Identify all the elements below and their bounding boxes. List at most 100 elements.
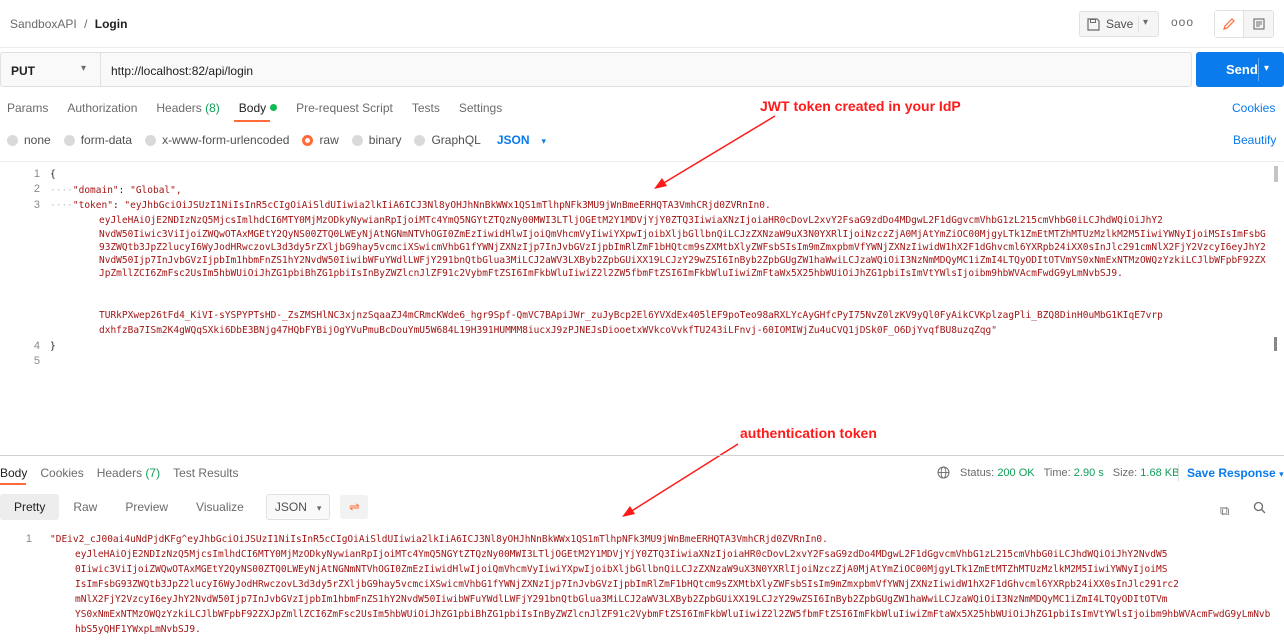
chevron-down-icon: ▾ xyxy=(316,503,322,513)
chevron-down-icon[interactable]: ▾ xyxy=(1264,63,1269,74)
body-type-options: none form-data x-www-form-urlencoded raw… xyxy=(0,133,546,147)
tab-response-cookies[interactable]: Cookies xyxy=(40,466,83,480)
radio-circle xyxy=(7,134,18,146)
url-input[interactable]: http://localhost:82/api/login xyxy=(111,64,253,78)
document-icon xyxy=(1252,18,1265,30)
breadcrumb-separator: / xyxy=(84,17,88,31)
request-name[interactable]: Login xyxy=(95,17,128,31)
radio-label: x-www-form-urlencoded xyxy=(162,133,290,147)
save-label: Save xyxy=(1106,17,1134,31)
tab-body[interactable]: Body xyxy=(238,101,278,119)
globe-icon[interactable] xyxy=(937,466,950,479)
view-mode-toggle xyxy=(1214,10,1274,38)
line-number: 2 xyxy=(33,183,40,195)
tab-pre-request-script[interactable]: Pre-request Script xyxy=(296,101,393,119)
cookies-link[interactable]: Cookies xyxy=(1232,101,1275,115)
send-button[interactable]: Send ▾ xyxy=(1196,52,1284,87)
chevron-down-icon: ▾ xyxy=(541,136,547,146)
tab-response-headers[interactable]: Headers (7) xyxy=(97,466,160,480)
status-label: Status: xyxy=(960,466,995,479)
request-tabs: Params Authorization Headers (8) Body Pr… xyxy=(0,101,514,119)
response-format-select[interactable]: JSON ▾ xyxy=(265,494,331,520)
token-continuation: dxhfzBa7ISm2K4gWQqSXki6DbE3BNjg47HQbFYBi… xyxy=(99,325,997,336)
time-label: Time: xyxy=(1043,466,1071,479)
tab-test-results[interactable]: Test Results xyxy=(173,466,238,480)
search-icon[interactable] xyxy=(1253,501,1266,514)
editor-scrollbar[interactable] xyxy=(1274,166,1278,182)
tab-authorization[interactable]: Authorization xyxy=(67,101,137,119)
response-panel: Body Cookies Headers (7) Test Results St… xyxy=(0,455,1284,640)
view-visualize[interactable]: Visualize xyxy=(182,494,258,520)
view-raw[interactable]: Raw xyxy=(59,494,111,520)
copy-icon[interactable]: ⧉ xyxy=(1220,503,1229,519)
more-options-icon[interactable]: ooo xyxy=(1171,15,1194,29)
time-value[interactable]: 2.90 s xyxy=(1074,467,1104,479)
indent-marker: ···· xyxy=(50,200,73,211)
token-continuation: TURkPXwep26tFd4_KiVI-sYSPYPTsHD-_ZsZMSHl… xyxy=(99,310,1163,321)
tab-label: Settings xyxy=(458,101,503,115)
send-divider xyxy=(1258,58,1259,81)
save-response-label: Save Response xyxy=(1187,466,1276,480)
code-open-brace: { xyxy=(50,169,56,180)
method-select[interactable]: PUT ▾ xyxy=(1,53,101,86)
size-value[interactable]: 1.68 KB xyxy=(1140,467,1179,479)
line-number: 5 xyxy=(33,355,40,367)
line-number: 4 xyxy=(33,340,40,352)
view-pretty[interactable]: Pretty xyxy=(0,494,60,520)
tab-label: Authorization xyxy=(67,101,138,115)
radio-binary[interactable]: binary xyxy=(351,133,401,147)
tab-label: Body xyxy=(238,101,267,115)
code-line-domain: ····"domain": "Global", xyxy=(50,184,182,197)
tab-count: (8) xyxy=(205,101,220,115)
radio-form-data[interactable]: form-data xyxy=(63,133,132,147)
tab-headers[interactable]: Headers (8) xyxy=(156,101,219,119)
radio-graphql[interactable]: GraphQL xyxy=(414,133,481,147)
save-icon xyxy=(1087,17,1100,31)
status-value[interactable]: 200 OK xyxy=(997,467,1034,479)
response-view-tabs: Pretty Raw Preview Visualize JSON ▾ ⇌ xyxy=(0,494,369,520)
json-value: "Global", xyxy=(130,185,182,196)
send-label: Send xyxy=(1226,62,1258,77)
indent-marker: ···· xyxy=(50,185,73,196)
radio-circle xyxy=(302,134,314,146)
line-number: 1 xyxy=(25,533,32,545)
tab-label: Test Results xyxy=(173,466,239,480)
token-continuation: NvdW50Iiwic3ViIjoiZWQwOTAxMGEtY2QyNS00ZT… xyxy=(99,229,1266,280)
tab-label: Headers xyxy=(96,466,143,480)
tab-response-body[interactable]: Body xyxy=(0,466,27,480)
radio-raw[interactable]: raw xyxy=(302,133,339,147)
tab-tests[interactable]: Tests xyxy=(412,101,440,119)
json-key: "domain" xyxy=(72,185,119,196)
tab-label: Body xyxy=(0,466,28,480)
format-label: JSON xyxy=(274,500,307,514)
radio-none[interactable]: none xyxy=(7,133,51,147)
save-button[interactable]: Save ▾ xyxy=(1079,11,1159,37)
body-format-select[interactable]: JSON ▾ xyxy=(497,133,546,147)
tab-settings[interactable]: Settings xyxy=(459,101,502,119)
breadcrumb: SandboxAPI / Login xyxy=(10,17,127,31)
radio-circle xyxy=(414,134,426,146)
editor-scrollbar-marker xyxy=(1274,337,1277,351)
view-preview[interactable]: Preview xyxy=(111,494,182,520)
pencil-icon xyxy=(1223,18,1235,30)
breadcrumb-workspace[interactable]: SandboxAPI xyxy=(10,17,77,31)
radio-label: raw xyxy=(319,133,339,147)
beautify-link[interactable]: Beautify xyxy=(1233,133,1276,147)
docs-mode-button[interactable] xyxy=(1244,11,1273,37)
radio-circle xyxy=(63,134,75,146)
save-response-button[interactable]: Save Response ▾ xyxy=(1187,466,1284,480)
tab-params[interactable]: Params xyxy=(7,101,48,119)
json-colon: : xyxy=(112,200,125,211)
annotation-auth: authentication token xyxy=(740,425,877,441)
method-value: PUT xyxy=(11,64,35,78)
chevron-down-icon[interactable]: ▾ xyxy=(1143,17,1148,28)
radio-x-www-form-urlencoded[interactable]: x-www-form-urlencoded xyxy=(145,133,289,147)
response-line: "DEiv2_cJ00ai4uNdPjdKFg^eyJhbGciOiJSUzI1… xyxy=(50,534,828,545)
request-body-editor[interactable]: 1 2 3 4 5 { ····"domain": "Global", ····… xyxy=(0,161,1284,453)
tab-count: (7) xyxy=(145,466,161,480)
edit-mode-button[interactable] xyxy=(1215,11,1244,37)
wrap-lines-icon[interactable]: ⇌ xyxy=(340,495,369,519)
size-label: Size: xyxy=(1112,466,1138,479)
json-value: "eyJhbGciOiJSUzI1NiIsInR5cCIgOiAiSldUIiw… xyxy=(124,200,771,211)
tab-label: Tests xyxy=(411,101,440,115)
